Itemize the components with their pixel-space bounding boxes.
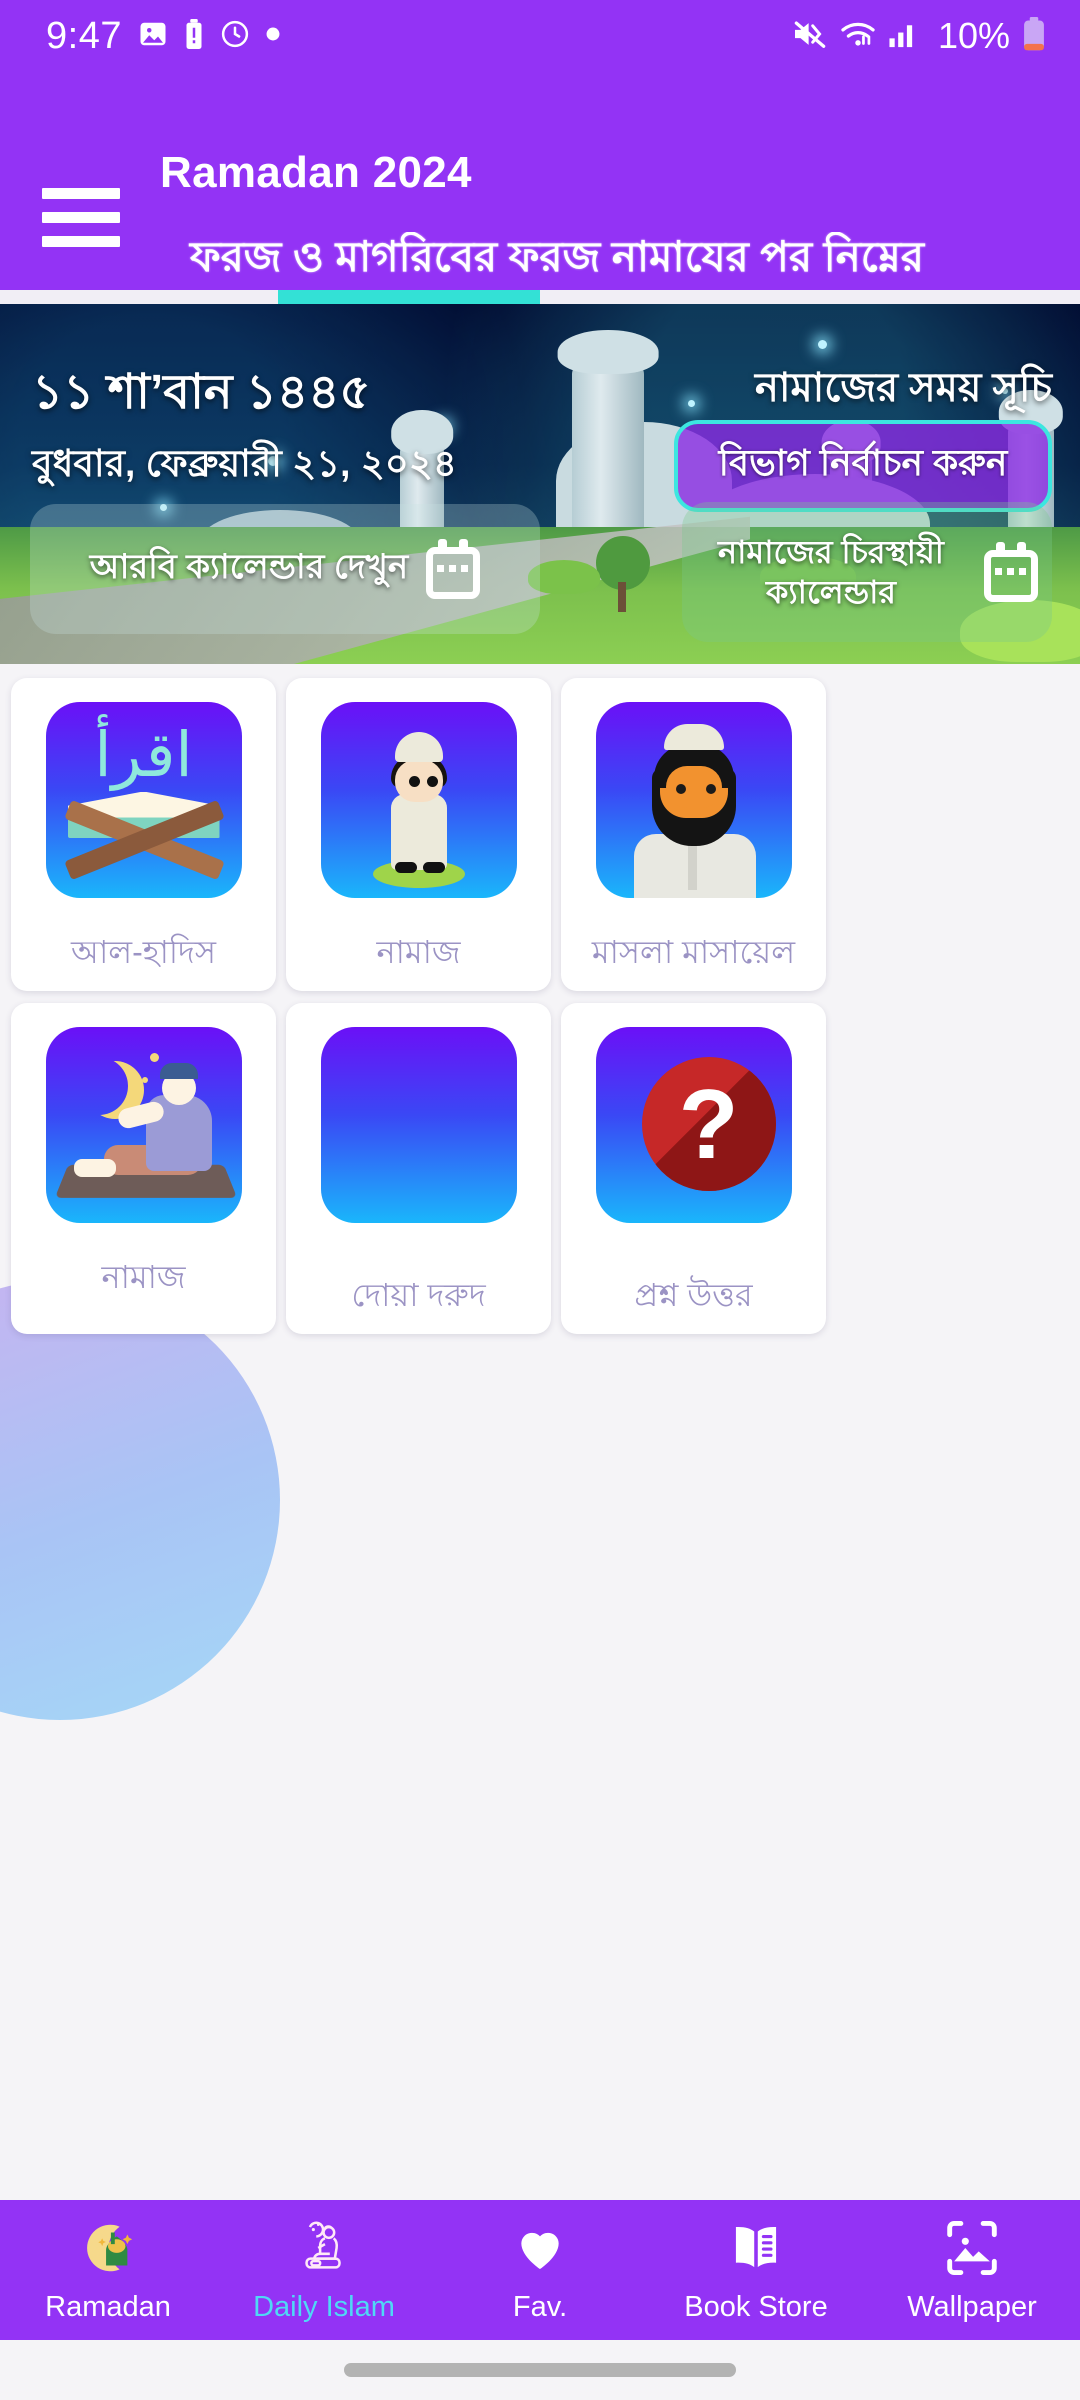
bottom-navigation: Ramadan Daily Islam Fav. Book Store Wall…: [0, 2200, 1080, 2340]
grid-card-label: মাসলা মাসায়েল: [591, 934, 796, 970]
status-bar-left: 9:47: [46, 15, 280, 58]
nav-item-wallpaper[interactable]: Wallpaper: [864, 2217, 1080, 2324]
prayer-schedule-title: নামাজের সময় সূচি: [754, 366, 1052, 410]
arabic-calendar-label: আরবি ক্যালেন্ডার দেখুন: [89, 547, 409, 586]
alarm-icon: [220, 19, 250, 54]
wifi-icon: [840, 19, 876, 54]
nav-label: Ramadan: [45, 2290, 171, 2323]
quran-rehal-icon: اقرأ: [45, 702, 242, 898]
calendar-icon: [984, 542, 1038, 602]
grid-card-masla-masayel[interactable]: মাসলা মাসায়েল: [561, 678, 826, 991]
nav-label: Book Store: [684, 2290, 828, 2323]
moon-mosque-icon: [77, 2217, 139, 2279]
battery-alert-icon: [184, 18, 204, 54]
status-bar: 9:47 10%: [0, 0, 1080, 72]
mute-icon: [792, 19, 828, 54]
permanent-calendar-button[interactable]: নামাজের চিরস্থায়ী ক্যালেন্ডার: [682, 502, 1052, 642]
status-bar-right: 10%: [792, 15, 1046, 57]
bearded-man-icon: [595, 702, 792, 898]
question-mark-icon: ?: [595, 1026, 792, 1223]
nav-label: Daily Islam: [253, 2290, 395, 2323]
permanent-calendar-label: নামাজের চিরস্থায়ী ক্যালেন্ডার: [718, 534, 944, 610]
app-bar: Ramadan 2024 ফরজ ও মাগরিবের ফরজ নামাযের …: [0, 72, 1080, 290]
praying-person-icon: [293, 2217, 355, 2279]
wallpaper-icon: [944, 2217, 1000, 2279]
boy-praying-icon: [320, 702, 517, 898]
battery-percent: 10%: [937, 15, 1010, 56]
heart-icon: [512, 2217, 568, 2279]
grid-card-dua-durud[interactable]: দোয়া দরুদ: [286, 1002, 551, 1334]
question-mark-glyph: ?: [678, 1068, 739, 1179]
decorative-circle: [0, 1280, 280, 1720]
select-division-label: বিভাগ নির্বাচন করুন: [718, 442, 1008, 483]
marquee-text: ফরজ ও মাগরিবের ফরজ নামাযের পর নিম্নের: [190, 233, 924, 280]
tab-strip: [0, 290, 1080, 304]
grid-card-label: দোয়া দরুদ: [351, 1276, 486, 1313]
battery-icon: [1022, 16, 1046, 56]
grid-card-label: আল-হাদিস: [70, 934, 217, 970]
tab-indicator: [278, 290, 540, 304]
grid-card-label: নামাজ: [101, 1258, 186, 1295]
nav-item-ramadan[interactable]: Ramadan: [0, 2217, 216, 2324]
nav-item-fav[interactable]: Fav.: [432, 2217, 648, 2324]
banner-content: ১১ শা’বান ১৪৪৫ বুধবার, ফেব্রুয়ারী ২১, ২…: [0, 304, 1080, 664]
nav-item-daily-islam[interactable]: Daily Islam: [216, 2217, 432, 2324]
nav-label: Wallpaper: [907, 2290, 1037, 2323]
grid-card-namaz-night[interactable]: নামাজ: [11, 1002, 276, 1334]
grid-card-question-answer[interactable]: ? প্রশ্ন উত্তর: [561, 1002, 826, 1334]
page-title: Ramadan 2024: [160, 148, 472, 197]
signal-icon: [888, 19, 920, 54]
blank-icon: [320, 1026, 517, 1223]
marquee-banner: ফরজ ও মাগরিবের ফরজ নামাযের পর নিম্নের: [0, 232, 1080, 290]
grid-card-namaz-boy[interactable]: নামাজ: [286, 678, 551, 991]
status-time: 9:47: [46, 14, 122, 57]
grid-card-al-hadis[interactable]: اقرأ আল-হাদিস: [11, 678, 276, 991]
prayer-banner: ১১ শা’বান ১৪৪৫ বুধবার, ফেব্রুয়ারী ২১, ২…: [0, 304, 1080, 664]
night-prayer-icon: [45, 1026, 242, 1223]
gesture-navigation-bar: [0, 2340, 1080, 2400]
gesture-pill[interactable]: [344, 2363, 736, 2377]
image-icon: [138, 19, 168, 54]
nav-label: Fav.: [512, 2290, 568, 2323]
dot-icon: [266, 27, 280, 46]
feature-grid: اقرأ আল-হাদিস নামাজ মাসলা মাসায়েল নামাজ…: [0, 664, 1080, 1340]
grid-card-label: নামাজ: [376, 934, 461, 970]
arabic-calendar-button[interactable]: আরবি ক্যালেন্ডার দেখুন: [30, 504, 540, 634]
hijri-date: ১১ শা’বান ১৪৪৫: [32, 366, 371, 419]
open-book-icon: [727, 2217, 785, 2279]
calendar-icon: [426, 539, 481, 599]
gregorian-date: বুধবার, ফেব্রুয়ারী ২১, ২০২৪: [32, 443, 457, 484]
arabic-word-text: اقرأ: [94, 718, 193, 791]
nav-item-book-store[interactable]: Book Store: [648, 2217, 864, 2324]
select-division-button[interactable]: বিভাগ নির্বাচন করুন: [674, 420, 1052, 512]
grid-card-label: প্রশ্ন উত্তর: [634, 1276, 753, 1313]
